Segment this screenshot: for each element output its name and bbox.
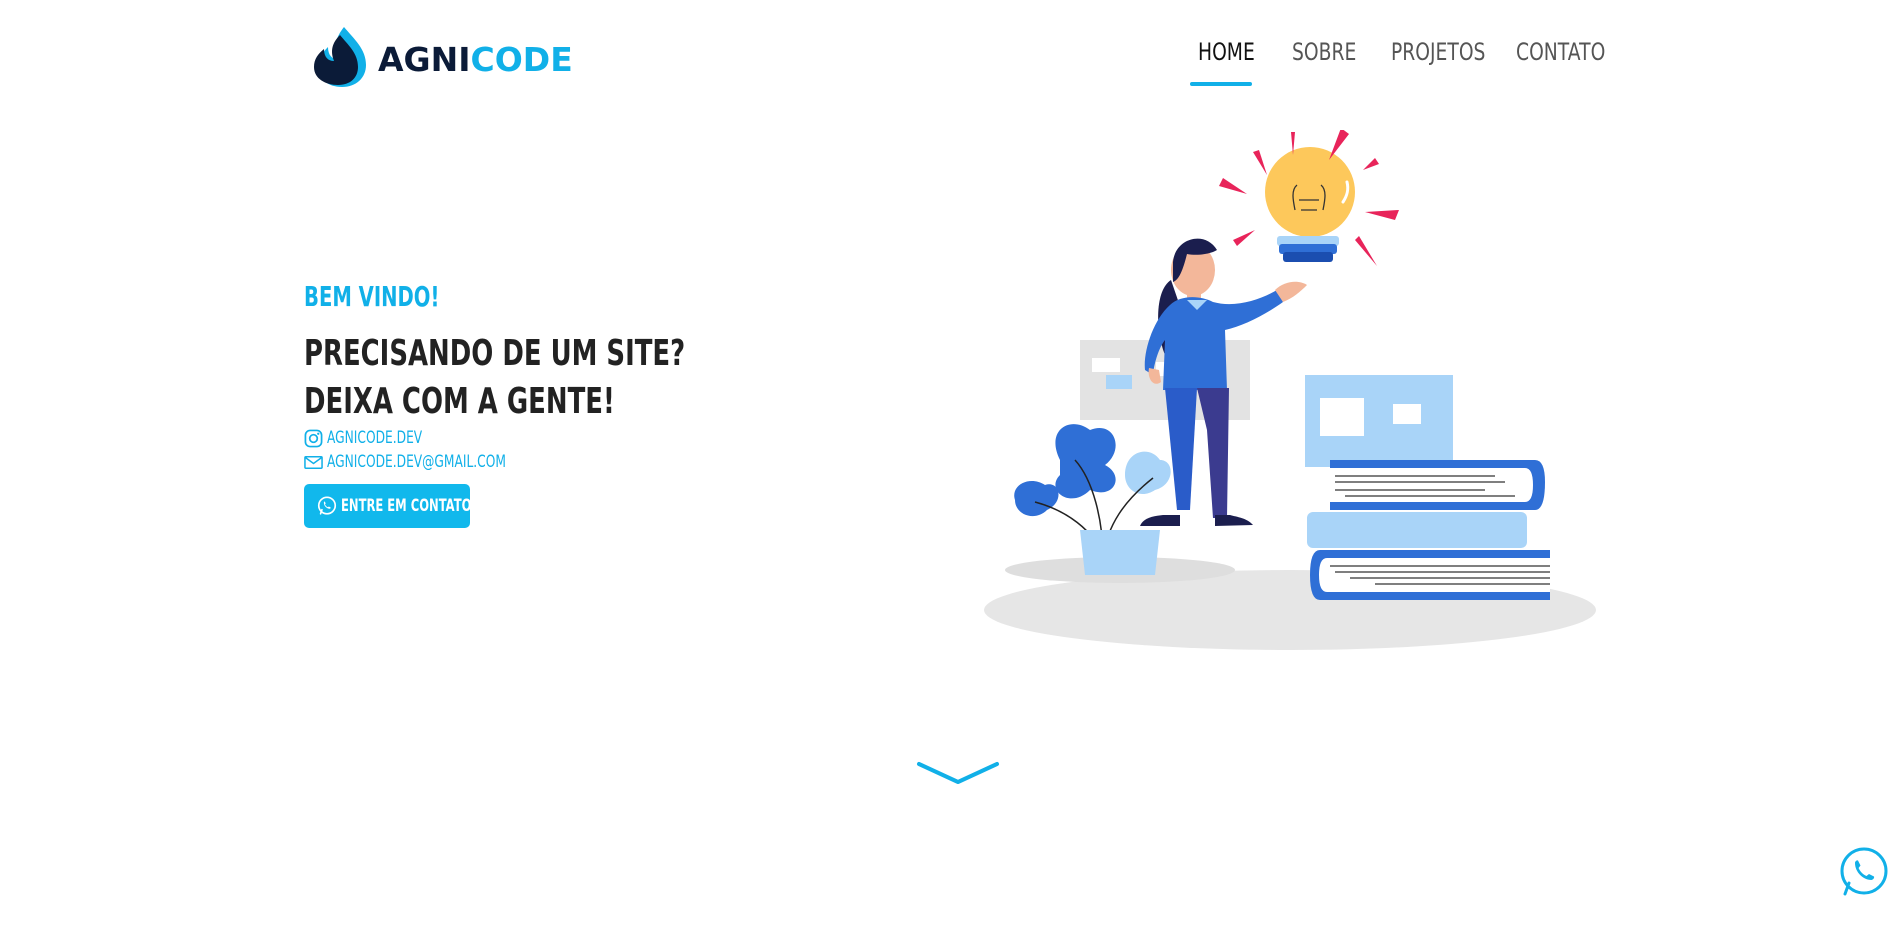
brand-name-part-1: AGNI — [378, 39, 471, 79]
email-address: AGNICODE.DEV@GMAIL.COM — [327, 452, 506, 472]
welcome-text: BEM VINDO! — [304, 280, 440, 313]
envelope-icon — [304, 455, 323, 469]
instagram-handle: AGNICODE.DEV — [327, 428, 423, 448]
brand-logo[interactable]: AGNICODE — [310, 22, 573, 90]
nav-item-home[interactable]: HOME — [1198, 38, 1255, 86]
whatsapp-icon[interactable] — [1838, 846, 1890, 898]
brand-name: AGNICODE — [378, 40, 573, 79]
background-window-right — [1305, 375, 1453, 467]
nav-item-sobre[interactable]: SOBRE — [1292, 38, 1356, 86]
hero-section: BEM VINDO! PRECISANDO DE UM SITE? DEIXA … — [304, 280, 904, 528]
headline-line-1: PRECISANDO DE UM SITE? — [304, 333, 686, 374]
nav-active-indicator — [1190, 82, 1252, 86]
email-link[interactable]: AGNICODE.DEV@GMAIL.COM — [304, 450, 904, 474]
headline-line-2: DEIXA COM A GENTE! — [304, 381, 615, 422]
nav-item-projetos[interactable]: PROJETOS — [1391, 38, 1485, 86]
nav-item-contato[interactable]: CONTATO — [1516, 38, 1605, 86]
instagram-link[interactable]: AGNICODE.DEV — [304, 426, 904, 450]
flame-logo-icon — [314, 27, 366, 87]
whatsapp-icon — [317, 496, 337, 515]
lightbulb — [1265, 147, 1355, 262]
instagram-icon — [304, 429, 323, 447]
brand-name-part-2: CODE — [470, 39, 573, 79]
contact-button[interactable]: ENTRE EM CONTATO — [304, 484, 472, 528]
contact-button-label: ENTRE EM CONTATO — [341, 496, 472, 516]
hero-illustration — [984, 130, 1596, 650]
book-stack — [1307, 460, 1550, 600]
plant — [1014, 424, 1171, 575]
chevron-down-icon[interactable] — [915, 758, 1001, 788]
